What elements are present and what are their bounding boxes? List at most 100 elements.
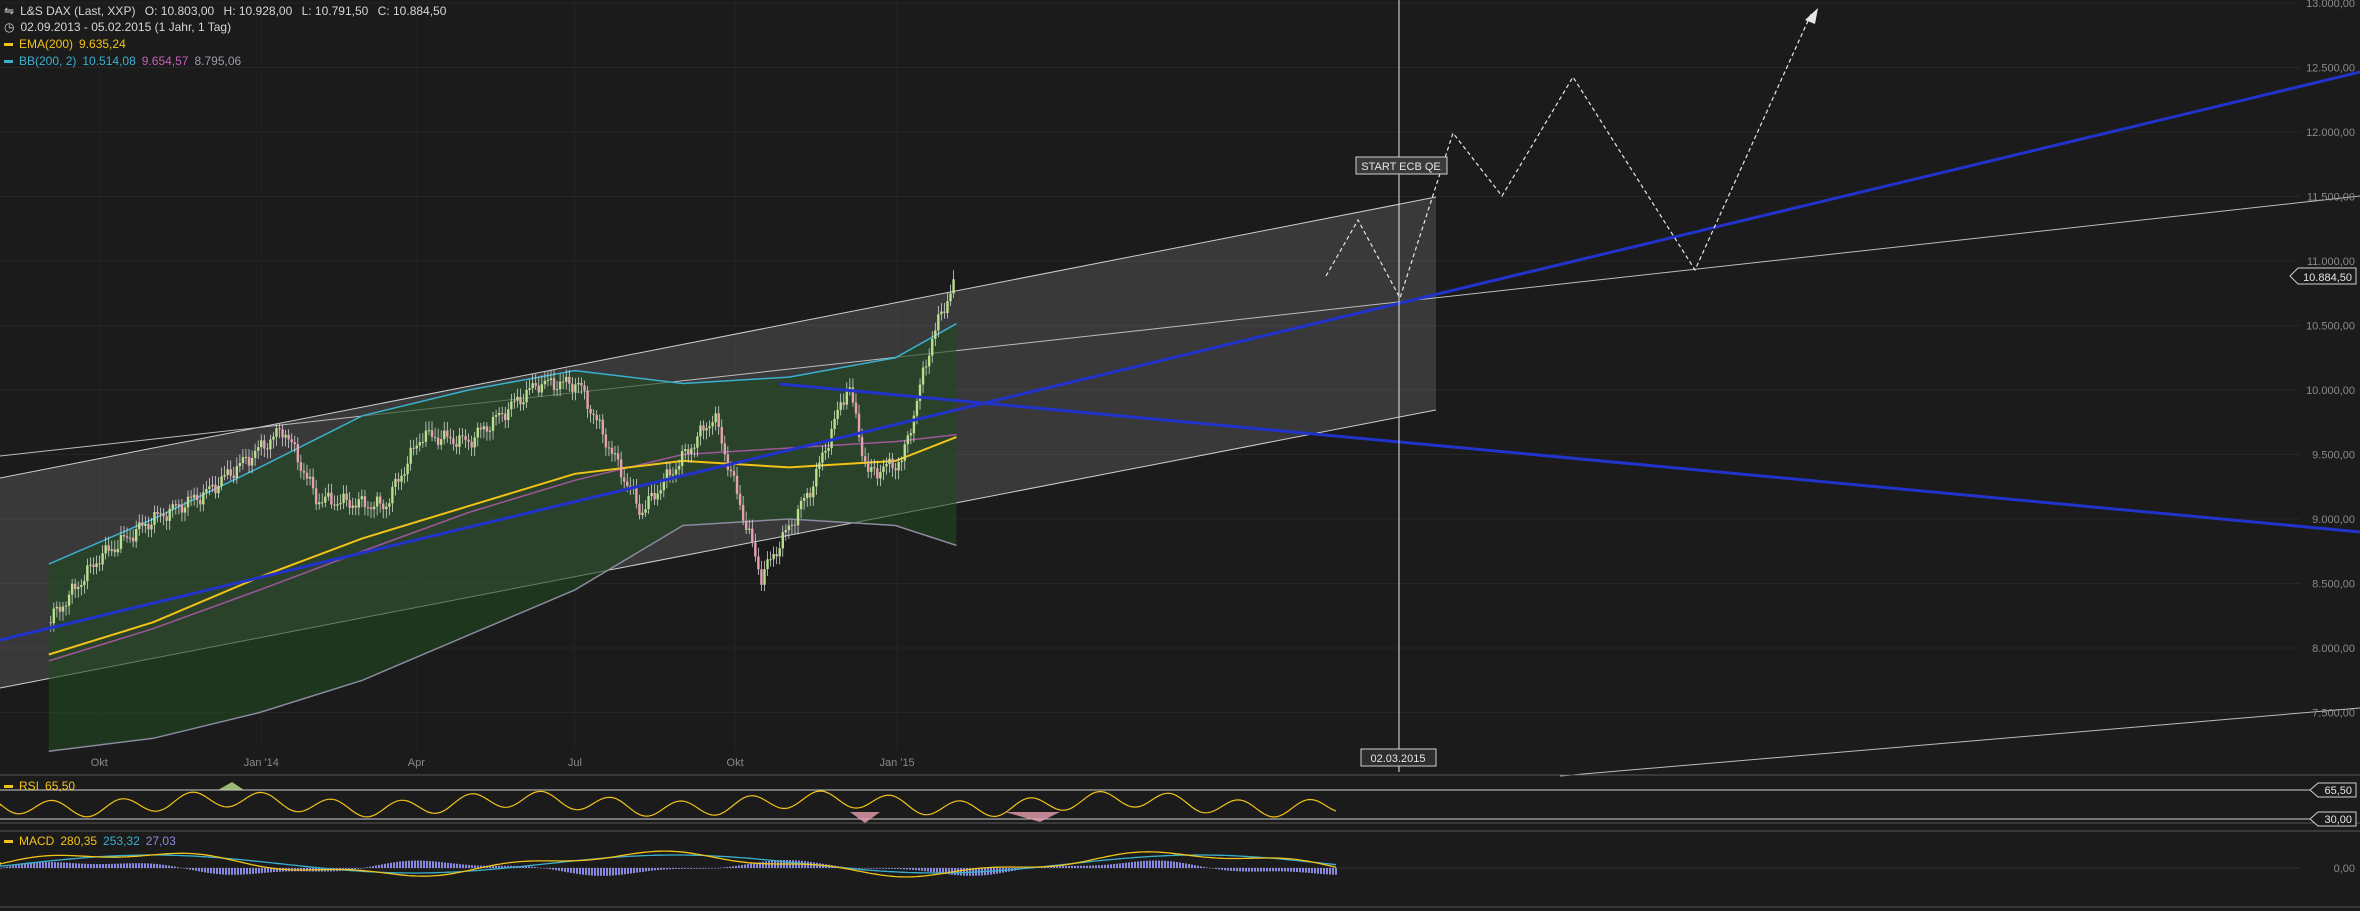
candle-body (589, 408, 592, 414)
macd-hist-bar (1296, 868, 1298, 872)
dax-chart[interactable]: START ECB QE 02.03.2015 10.884,50 65,50 30,… (0, 0, 2360, 911)
macd-hist-bar (1329, 868, 1331, 875)
ecb-label: START ECB QE (1361, 161, 1440, 173)
macd-hist-bar (1332, 868, 1334, 875)
macd-hist-bar (72, 863, 74, 868)
candle-body (885, 464, 888, 467)
macd-signal-value: 253,32 (103, 834, 140, 848)
macd-hist-bar (1116, 863, 1118, 868)
macd-hist-bar (1317, 868, 1319, 874)
macd-hist-bar (1089, 865, 1091, 868)
candle-body (693, 447, 696, 449)
candle-body (327, 492, 330, 497)
macd-zero-label: 0,00 (2334, 863, 2355, 875)
y-tick-label: 8.500,00 (2312, 579, 2355, 591)
macd-hist-bar (3, 867, 5, 868)
candle-body (732, 471, 736, 476)
open-value: O: 10.803,00 (144, 4, 215, 18)
candle-body (650, 492, 653, 497)
macd-hist-bar (609, 868, 611, 876)
candle-body (497, 412, 501, 416)
candle-body (232, 475, 235, 478)
macd-hist-bar (453, 863, 455, 868)
bb-mid-value: 9.654,57 (141, 54, 189, 68)
macd-hist-bar (1302, 868, 1304, 873)
macd-hist-bar (1203, 866, 1205, 868)
candle-body (845, 391, 849, 405)
candle-body (565, 376, 568, 382)
candle-body (909, 433, 913, 436)
candle-body (238, 463, 242, 467)
candle-body (555, 389, 559, 391)
macd-hist-bar (912, 868, 914, 870)
candle-body (818, 462, 821, 469)
candle-body (613, 453, 617, 455)
macd-hist-bar (396, 861, 398, 868)
candle-body (98, 563, 101, 565)
macd-hist-bar (699, 868, 701, 869)
candle-body (378, 496, 382, 504)
candle-body (577, 382, 580, 385)
macd-hist-bar (738, 865, 740, 868)
candle-body (177, 504, 181, 506)
macd-hist-bar (1194, 865, 1196, 868)
candle-body (266, 448, 269, 450)
ema-legend[interactable]: EMA(200) 9.635,24 (4, 37, 132, 51)
macd-hist-bar (1185, 863, 1187, 868)
macd-hist-bar (498, 865, 500, 868)
candle-body (943, 311, 946, 313)
candle-body (949, 293, 952, 302)
candle-body (836, 409, 839, 419)
macd-hist-bar (165, 865, 167, 868)
macd-hist-bar (1161, 860, 1163, 868)
macd-hist-bar (51, 862, 53, 868)
macd-hist-bar (648, 868, 650, 872)
bb-legend[interactable]: BB(200, 2) 10.514,08 9.654,57 8.795,06 (4, 54, 247, 68)
macd-hist-bar (582, 868, 584, 875)
macd-hist-bar (465, 864, 467, 868)
macd-hist-bar (534, 867, 536, 868)
macd-hist-bar (138, 863, 140, 868)
candle-body (656, 493, 659, 500)
candle-body (842, 402, 845, 405)
candle-body (583, 385, 586, 391)
price-panel[interactable]: START ECB QE 02.03.2015 10.884,50 (0, 0, 2360, 908)
macd-hist-bar (600, 868, 602, 876)
candle-body (430, 430, 434, 437)
macd-legend[interactable]: MACD 280,35 253,32 27,03 (4, 834, 182, 848)
candle-body (293, 442, 296, 445)
macd-hist-bar (858, 868, 860, 869)
macd-hist-bar (171, 866, 173, 868)
candle-body (250, 457, 254, 466)
macd-hist-bar (15, 865, 17, 868)
macd-hist-bar (108, 863, 110, 868)
macd-hist-bar (168, 865, 170, 868)
candle-body (854, 402, 858, 414)
macd-label: MACD (19, 834, 55, 848)
macd-hist-bar (132, 863, 134, 868)
macd-hist-bar (438, 861, 440, 868)
candle-body (205, 489, 208, 493)
macd-hist-bar (1335, 868, 1337, 875)
rsi-overbought-fill (218, 782, 244, 790)
macd-hist-bar (258, 868, 260, 874)
macd-hist-bar (411, 860, 413, 868)
rsi-legend[interactable]: RSI 65,50 (4, 779, 81, 793)
candle-body (357, 499, 361, 508)
candle-body (662, 481, 666, 491)
macd-swatch-icon (4, 840, 13, 844)
macd-hist-bar (1215, 868, 1217, 870)
macd-hist-bar (744, 864, 746, 868)
candle-body (729, 469, 733, 472)
candle-body (891, 458, 894, 469)
macd-hist-bar (264, 868, 266, 873)
macd-hist-bar (471, 865, 473, 868)
candle-body (839, 402, 842, 410)
candle-body (372, 506, 376, 510)
close-value: C: 10.884,50 (377, 4, 447, 18)
macd-hist-bar (531, 866, 533, 868)
candle-body (165, 516, 168, 521)
macd-hist-bar (1320, 868, 1322, 874)
macd-hist-bar (696, 868, 698, 869)
candle-body (308, 476, 312, 479)
